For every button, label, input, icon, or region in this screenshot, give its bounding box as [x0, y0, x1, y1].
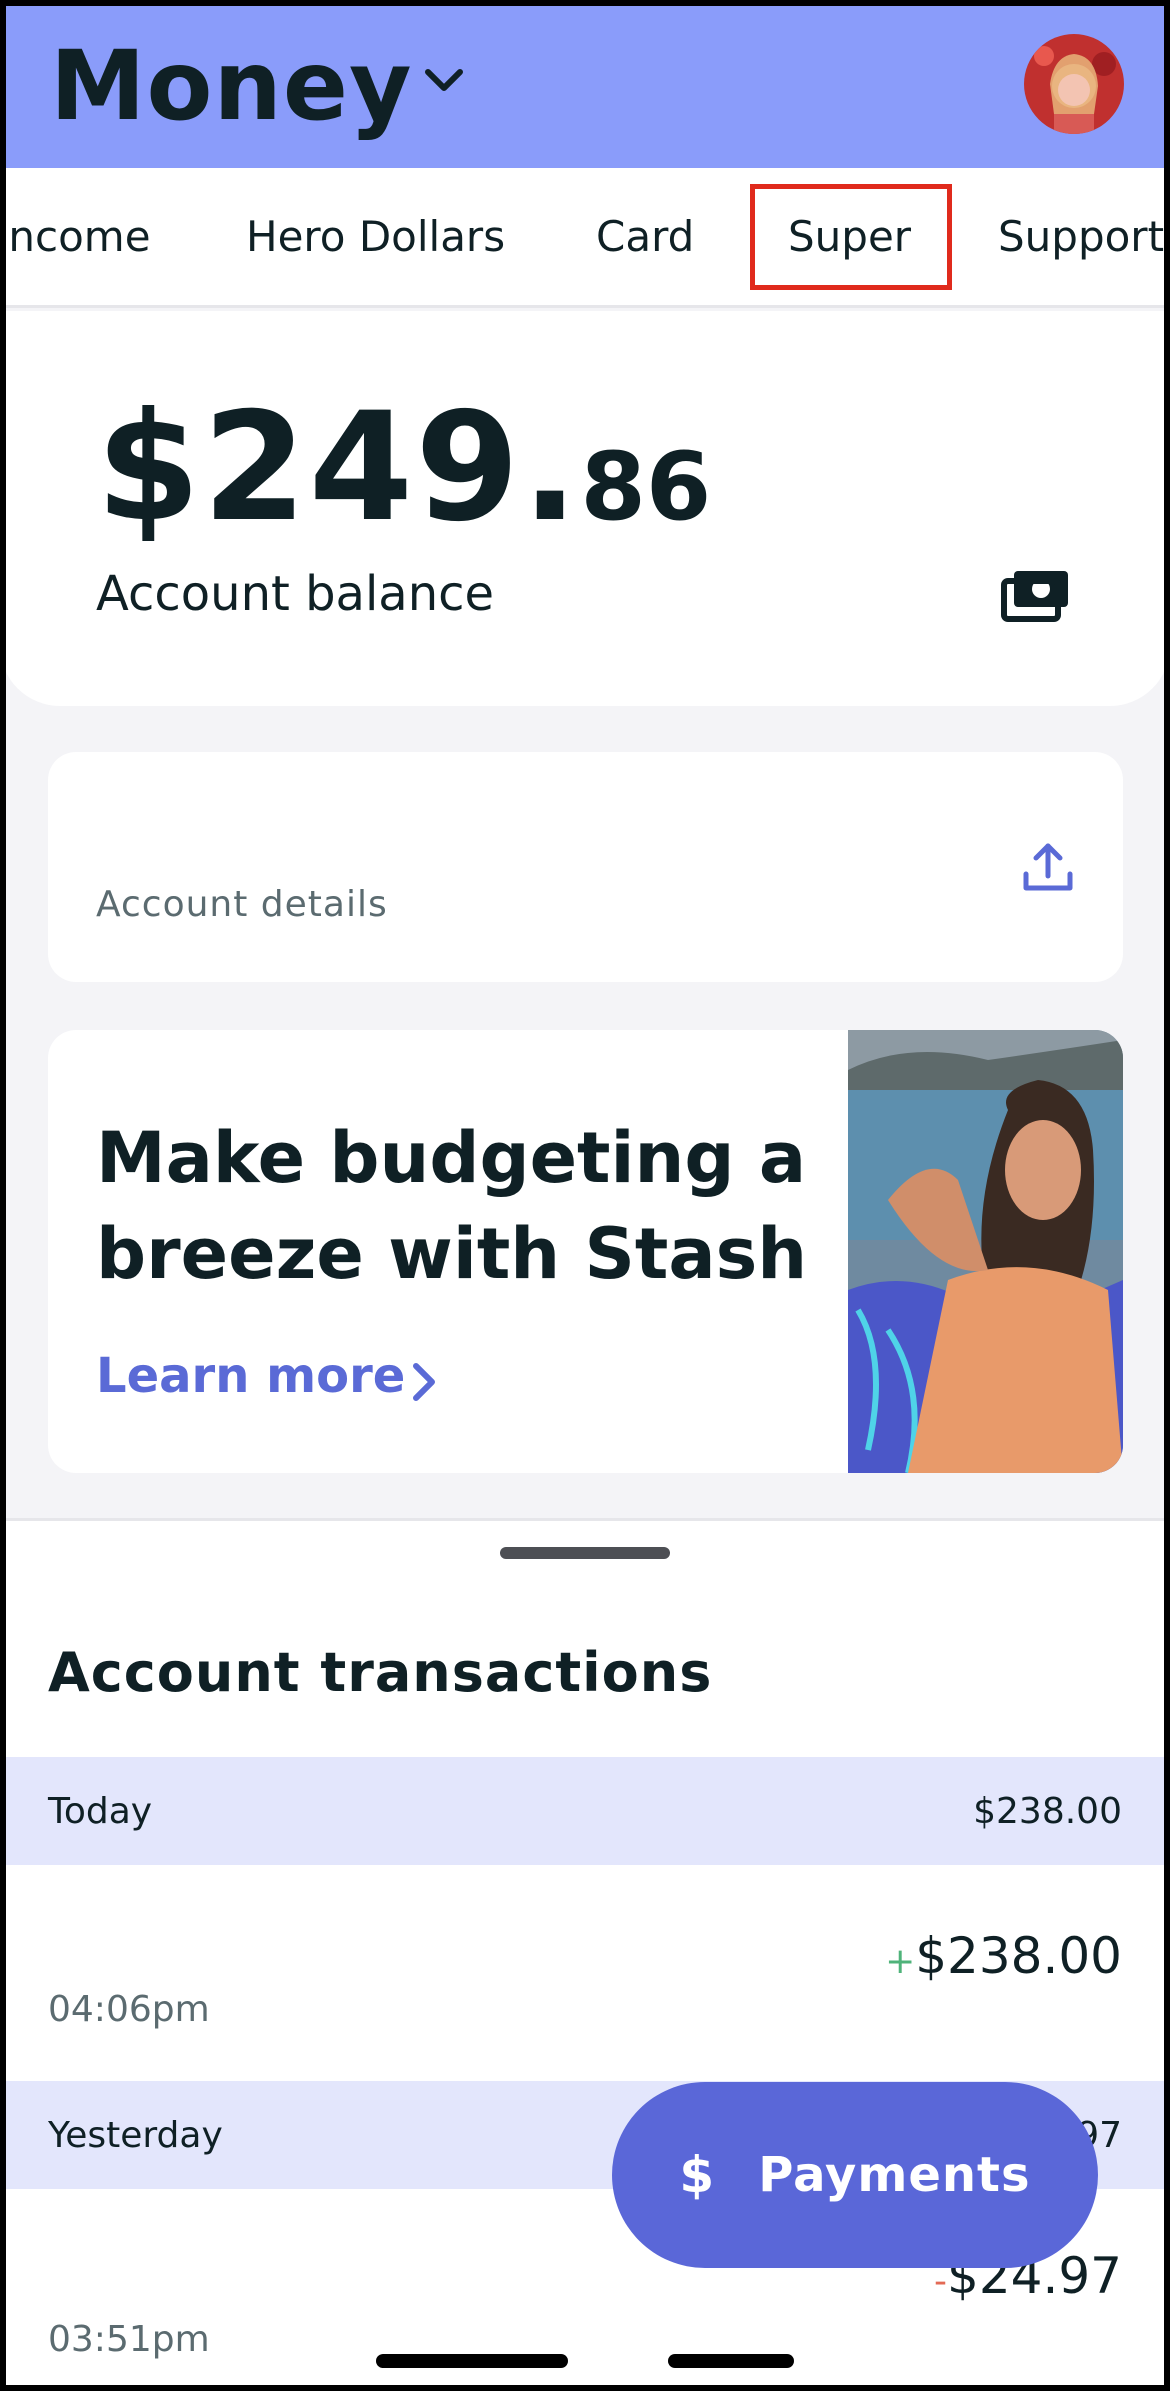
chevron-down-icon[interactable] [420, 62, 468, 102]
transaction-amount: +$238.00 [885, 1927, 1122, 1985]
learn-more-link[interactable]: Learn more [96, 1348, 405, 1404]
chevron-right-icon [413, 1363, 435, 1401]
date-group-header: Today $238.00 [0, 1757, 1170, 1865]
promo-photo [848, 1030, 1123, 1473]
transaction-time: 03:51pm [48, 2319, 210, 2360]
tab-support[interactable]: Support [998, 212, 1164, 261]
date-group-label: Yesterday [48, 2115, 223, 2156]
account-details-card[interactable]: Account details [48, 752, 1123, 982]
sheet-drag-handle[interactable] [500, 1547, 670, 1559]
tab-card[interactable]: Card [596, 212, 694, 261]
transaction-time: 04:06pm [48, 1989, 210, 2030]
balance-dollars: $249. [96, 381, 581, 555]
amount-value: $238.00 [915, 1927, 1122, 1985]
amount-sign: + [885, 1941, 916, 1982]
balance-cents: 86 [580, 433, 712, 542]
transaction-row[interactable]: +$238.00 04:06pm [0, 1865, 1170, 2081]
share-icon[interactable] [1020, 840, 1076, 896]
balance-label: Account balance [96, 566, 495, 622]
tab-income[interactable]: Income [0, 212, 151, 261]
date-group-total: $238.00 [973, 1791, 1122, 1832]
cash-icon[interactable] [1000, 567, 1072, 623]
dollar-icon: $ [679, 2146, 715, 2204]
tab-bar: Income Hero Dollars Card Super Support [0, 168, 1170, 308]
avatar[interactable] [1024, 34, 1124, 134]
transactions-title: Account transactions [48, 1641, 713, 1704]
app-header: Money [0, 0, 1170, 168]
payments-label: Payments [758, 2147, 1031, 2203]
date-group-label: Today [48, 1791, 153, 1832]
home-indicator-left [376, 2354, 568, 2368]
balance-card: $249.86 Account balance [0, 311, 1170, 706]
payments-button[interactable]: $ Payments [612, 2082, 1098, 2268]
account-details-label: Account details [96, 884, 388, 925]
tab-super-highlight [750, 184, 952, 290]
promo-card[interactable]: Make budgeting a breeze with Stash Learn… [48, 1030, 1123, 1473]
home-indicator-right [668, 2354, 794, 2368]
promo-headline: Make budgeting a breeze with Stash [96, 1117, 808, 1295]
page-title: Money [50, 30, 413, 142]
balance-amount: $249.86 [96, 381, 711, 555]
tab-hero-dollars[interactable]: Hero Dollars [246, 212, 505, 261]
